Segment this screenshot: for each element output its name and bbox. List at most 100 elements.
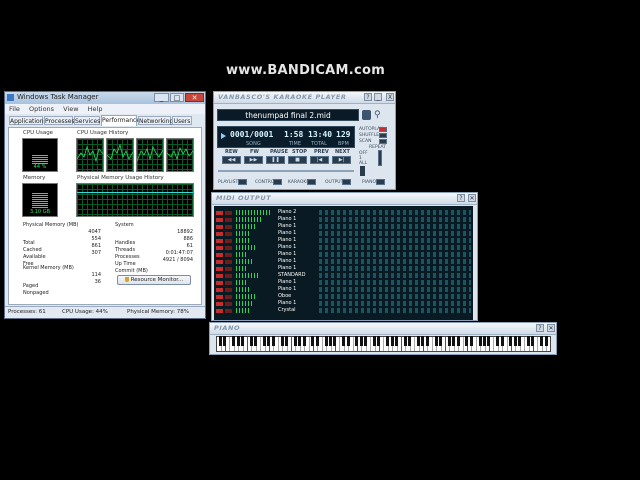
channel-solo-button[interactable]	[225, 281, 232, 285]
piano-black-key[interactable]	[540, 336, 544, 346]
menu-file[interactable]: File	[9, 105, 20, 113]
close-button[interactable]: ✕	[468, 194, 476, 202]
forward-button[interactable]: ▶▶	[244, 156, 263, 164]
karaoke-button[interactable]	[307, 179, 316, 185]
channel-solo-button[interactable]	[225, 225, 232, 229]
piano-black-key[interactable]	[324, 336, 328, 346]
channel-solo-button[interactable]	[225, 232, 232, 236]
piano-black-key[interactable]	[280, 336, 284, 346]
piano-black-key[interactable]	[531, 336, 535, 346]
piano-black-key[interactable]	[223, 336, 227, 346]
piano-black-key[interactable]	[293, 336, 297, 346]
piano-black-key[interactable]	[439, 336, 442, 346]
piano-black-key[interactable]	[544, 336, 548, 346]
piano-black-key[interactable]	[346, 336, 350, 346]
channel-instrument-label[interactable]: Piano 2	[278, 209, 296, 216]
save-icon[interactable]	[362, 110, 371, 120]
channel-mute-button[interactable]	[216, 309, 223, 313]
channel-instrument-label[interactable]: Piano 1	[278, 279, 296, 286]
channel-mute-button[interactable]	[216, 239, 223, 243]
piano-black-key[interactable]	[395, 336, 398, 346]
piano-black-key[interactable]	[219, 336, 222, 346]
tab-applications[interactable]: Applications	[9, 116, 47, 125]
search-icon[interactable]: ⚲	[374, 110, 384, 120]
channel-instrument-label[interactable]: Piano 1	[278, 265, 296, 272]
channel-instrument-label[interactable]: Piano 1	[278, 237, 296, 244]
menu-view[interactable]: View	[63, 105, 78, 113]
piano-black-key[interactable]	[403, 336, 407, 346]
help-button[interactable]: ?	[364, 93, 372, 101]
piano-black-key[interactable]	[271, 336, 275, 346]
stop-button[interactable]: ■	[288, 156, 307, 164]
scan-toggle[interactable]	[379, 139, 387, 144]
piano-black-key[interactable]	[527, 336, 530, 346]
control-button[interactable]	[273, 179, 282, 185]
piano-black-key[interactable]	[390, 336, 394, 346]
resource-monitor-button[interactable]: Resource Monitor...	[117, 275, 191, 285]
piano-black-key[interactable]	[373, 336, 376, 346]
channel-mute-button[interactable]	[216, 232, 223, 236]
piano-black-key[interactable]	[518, 336, 522, 346]
piano-black-key[interactable]	[298, 336, 302, 346]
channel-mute-button[interactable]	[216, 225, 223, 229]
position-track[interactable]	[218, 170, 354, 172]
piano-black-key[interactable]	[329, 336, 332, 346]
channel-mute-button[interactable]	[216, 274, 223, 278]
minimize-button[interactable]: _	[374, 93, 382, 101]
rewind-button[interactable]: ◀◀	[222, 156, 241, 164]
channel-mute-button[interactable]	[216, 288, 223, 292]
channel-mute-button[interactable]	[216, 281, 223, 285]
piano-black-key[interactable]	[254, 336, 258, 346]
tab-networking[interactable]: Networking	[138, 116, 173, 125]
channel-solo-button[interactable]	[225, 309, 232, 313]
output-button[interactable]	[342, 179, 351, 185]
channel-mute-button[interactable]	[216, 295, 223, 299]
channel-solo-button[interactable]	[225, 267, 232, 271]
karaoke-titlebar[interactable]: VANBASCO'S KARAOKE PLAYER ? _ X	[214, 92, 395, 104]
channel-instrument-label[interactable]: Piano 1	[278, 244, 296, 251]
piano-black-key[interactable]	[509, 336, 513, 346]
channel-instrument-label[interactable]: Piano 1	[278, 286, 296, 293]
channel-mute-button[interactable]	[216, 267, 223, 271]
channel-solo-button[interactable]	[225, 211, 232, 215]
piano-black-key[interactable]	[452, 336, 456, 346]
piano-black-key[interactable]	[263, 336, 266, 346]
channel-mute-button[interactable]	[216, 218, 223, 222]
channel-instrument-label[interactable]: Piano 1	[278, 251, 296, 258]
piano-black-key[interactable]	[302, 336, 306, 346]
channel-mute-button[interactable]	[216, 302, 223, 306]
piano-black-key[interactable]	[469, 336, 473, 346]
piano-black-key[interactable]	[285, 336, 288, 346]
piano-titlebar[interactable]: PIANO ? ✕	[210, 323, 556, 335]
piano-button[interactable]	[376, 179, 385, 185]
piano-black-key[interactable]	[342, 336, 346, 346]
piano-black-key[interactable]	[249, 336, 253, 346]
next-button[interactable]: ▶|	[332, 156, 351, 164]
piano-black-key[interactable]	[311, 336, 315, 346]
piano-black-key[interactable]	[236, 336, 240, 346]
piano-black-key[interactable]	[456, 336, 460, 346]
channel-solo-button[interactable]	[225, 218, 232, 222]
channel-solo-button[interactable]	[225, 246, 232, 250]
piano-black-key[interactable]	[465, 336, 469, 346]
piano-black-key[interactable]	[232, 336, 236, 346]
piano-black-key[interactable]	[496, 336, 500, 346]
channel-instrument-label[interactable]: STANDARD	[278, 272, 306, 279]
shuffle-toggle[interactable]	[379, 133, 387, 138]
channel-instrument-label[interactable]: Piano 1	[278, 223, 296, 230]
playlist-button[interactable]	[238, 179, 247, 185]
help-button[interactable]: ?	[536, 324, 544, 332]
channel-instrument-label[interactable]: Piano 1	[278, 230, 296, 237]
piano-black-key[interactable]	[333, 336, 337, 346]
volume-handle[interactable]	[360, 166, 365, 176]
channel-solo-button[interactable]	[225, 260, 232, 264]
tab-performance[interactable]: Performance	[101, 115, 140, 126]
channel-mute-button[interactable]	[216, 253, 223, 257]
piano-black-key[interactable]	[500, 336, 504, 346]
channel-solo-button[interactable]	[225, 239, 232, 243]
piano-black-key[interactable]	[483, 336, 486, 346]
tab-users[interactable]: Users	[172, 116, 192, 125]
channel-mute-button[interactable]	[216, 260, 223, 264]
menu-help[interactable]: Help	[88, 105, 103, 113]
channel-instrument-label[interactable]: Crystal	[278, 307, 296, 314]
